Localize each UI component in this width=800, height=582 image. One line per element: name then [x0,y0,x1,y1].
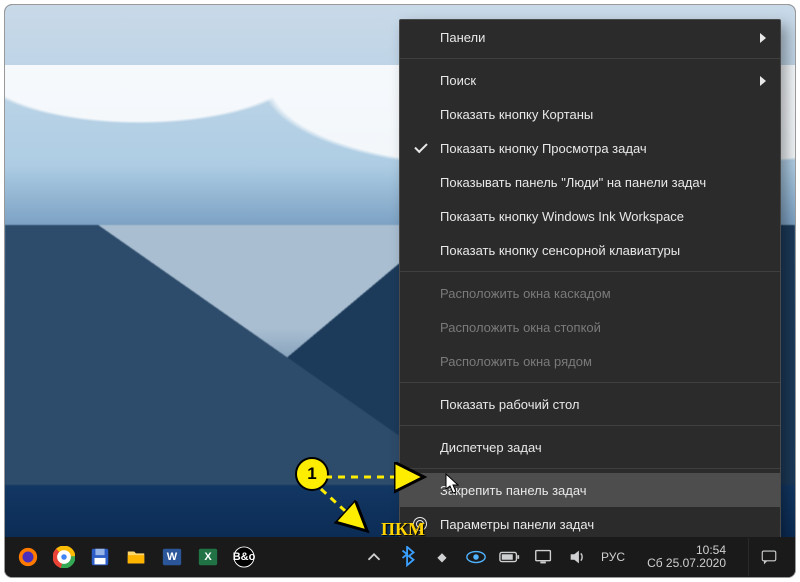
menu-item-label: Показывать панель "Люди" на панели задач [440,175,706,190]
excel-icon[interactable]: X [197,546,219,568]
menu-separator [400,468,780,469]
action-center-button[interactable] [748,538,789,576]
taskbar-context-menu: Панели Поиск Показать кнопку Кортаны Показа… [399,19,781,542]
app-tray-icon[interactable]: ◆ [431,546,453,568]
chrome-icon[interactable] [53,546,75,568]
language-indicator[interactable]: РУС [601,550,625,564]
menu-item-label: Показать кнопку Windows Ink Workspace [440,209,684,224]
menu-item-label: Показать кнопку сенсорной клавиатуры [440,243,680,258]
menu-item-label: Параметры панели задач [440,517,594,532]
menu-item-label: Показать рабочий стол [440,397,579,412]
word-icon[interactable]: W [161,546,183,568]
menu-item-label: Поиск [440,73,476,88]
bang-olufsen-icon[interactable]: B&o [233,546,255,568]
chevron-up-icon[interactable] [363,546,385,568]
save-disk-icon[interactable] [89,546,111,568]
menu-item: Расположить окна каскадом [400,276,780,310]
menu-item-label: Расположить окна стопкой [440,320,601,335]
taskbar-clock[interactable]: 10:54Сб 25.07.2020 [647,544,726,570]
firefox-icon[interactable] [17,546,39,568]
menu-item-label: Закрепить панель задач [440,483,587,498]
taskbar-icon-letter: B&o [233,551,256,563]
annotation-arrow-right [325,470,435,484]
menu-item[interactable]: Показать кнопку Просмотра задач [400,131,780,165]
menu-separator [400,425,780,426]
menu-separator [400,58,780,59]
menu-item[interactable]: Диспетчер задач [400,430,780,464]
file-explorer-icon[interactable] [125,546,147,568]
menu-item-label: Диспетчер задач [440,440,542,455]
menu-separator [400,382,780,383]
taskbar-icon-letter: W [167,551,177,563]
menu-item-label: Расположить окна рядом [440,354,592,369]
menu-item[interactable]: Показать кнопку сенсорной клавиатуры [400,233,780,267]
menu-item[interactable]: Показать кнопку Windows Ink Workspace [400,199,780,233]
menu-item[interactable]: Параметры панели задач [400,507,780,541]
annotation-arrow-down [317,485,377,537]
menu-item-label: Панели [440,30,485,45]
menu-item[interactable]: Поиск [400,63,780,97]
clock-date: Сб 25.07.2020 [647,557,726,570]
menu-item[interactable]: Показывать панель "Люди" на панели задач [400,165,780,199]
menu-separator [400,271,780,272]
menu-item-label: Показать кнопку Кортаны [440,107,593,122]
taskbar-icon-letter: X [204,551,211,563]
menu-item: Расположить окна рядом [400,344,780,378]
network-icon[interactable] [533,546,555,568]
battery-icon[interactable] [499,546,521,568]
annotation-step-number: 1 [307,464,316,484]
mouse-cursor-icon [445,473,461,495]
volume-icon[interactable] [567,546,589,568]
menu-item[interactable]: Показать кнопку Кортаны [400,97,780,131]
menu-item[interactable]: Панели [400,20,780,54]
menu-item[interactable]: Показать рабочий стол [400,387,780,421]
eye-icon[interactable] [465,546,487,568]
menu-item-label: Расположить окна каскадом [440,286,611,301]
menu-item: Расположить окна стопкой [400,310,780,344]
menu-item-label: Показать кнопку Просмотра задач [440,141,647,156]
bluetooth-icon[interactable] [397,546,419,568]
taskbar[interactable]: W X B&o ◆ РУС 10:54Сб 25.07.2020 [5,537,795,577]
